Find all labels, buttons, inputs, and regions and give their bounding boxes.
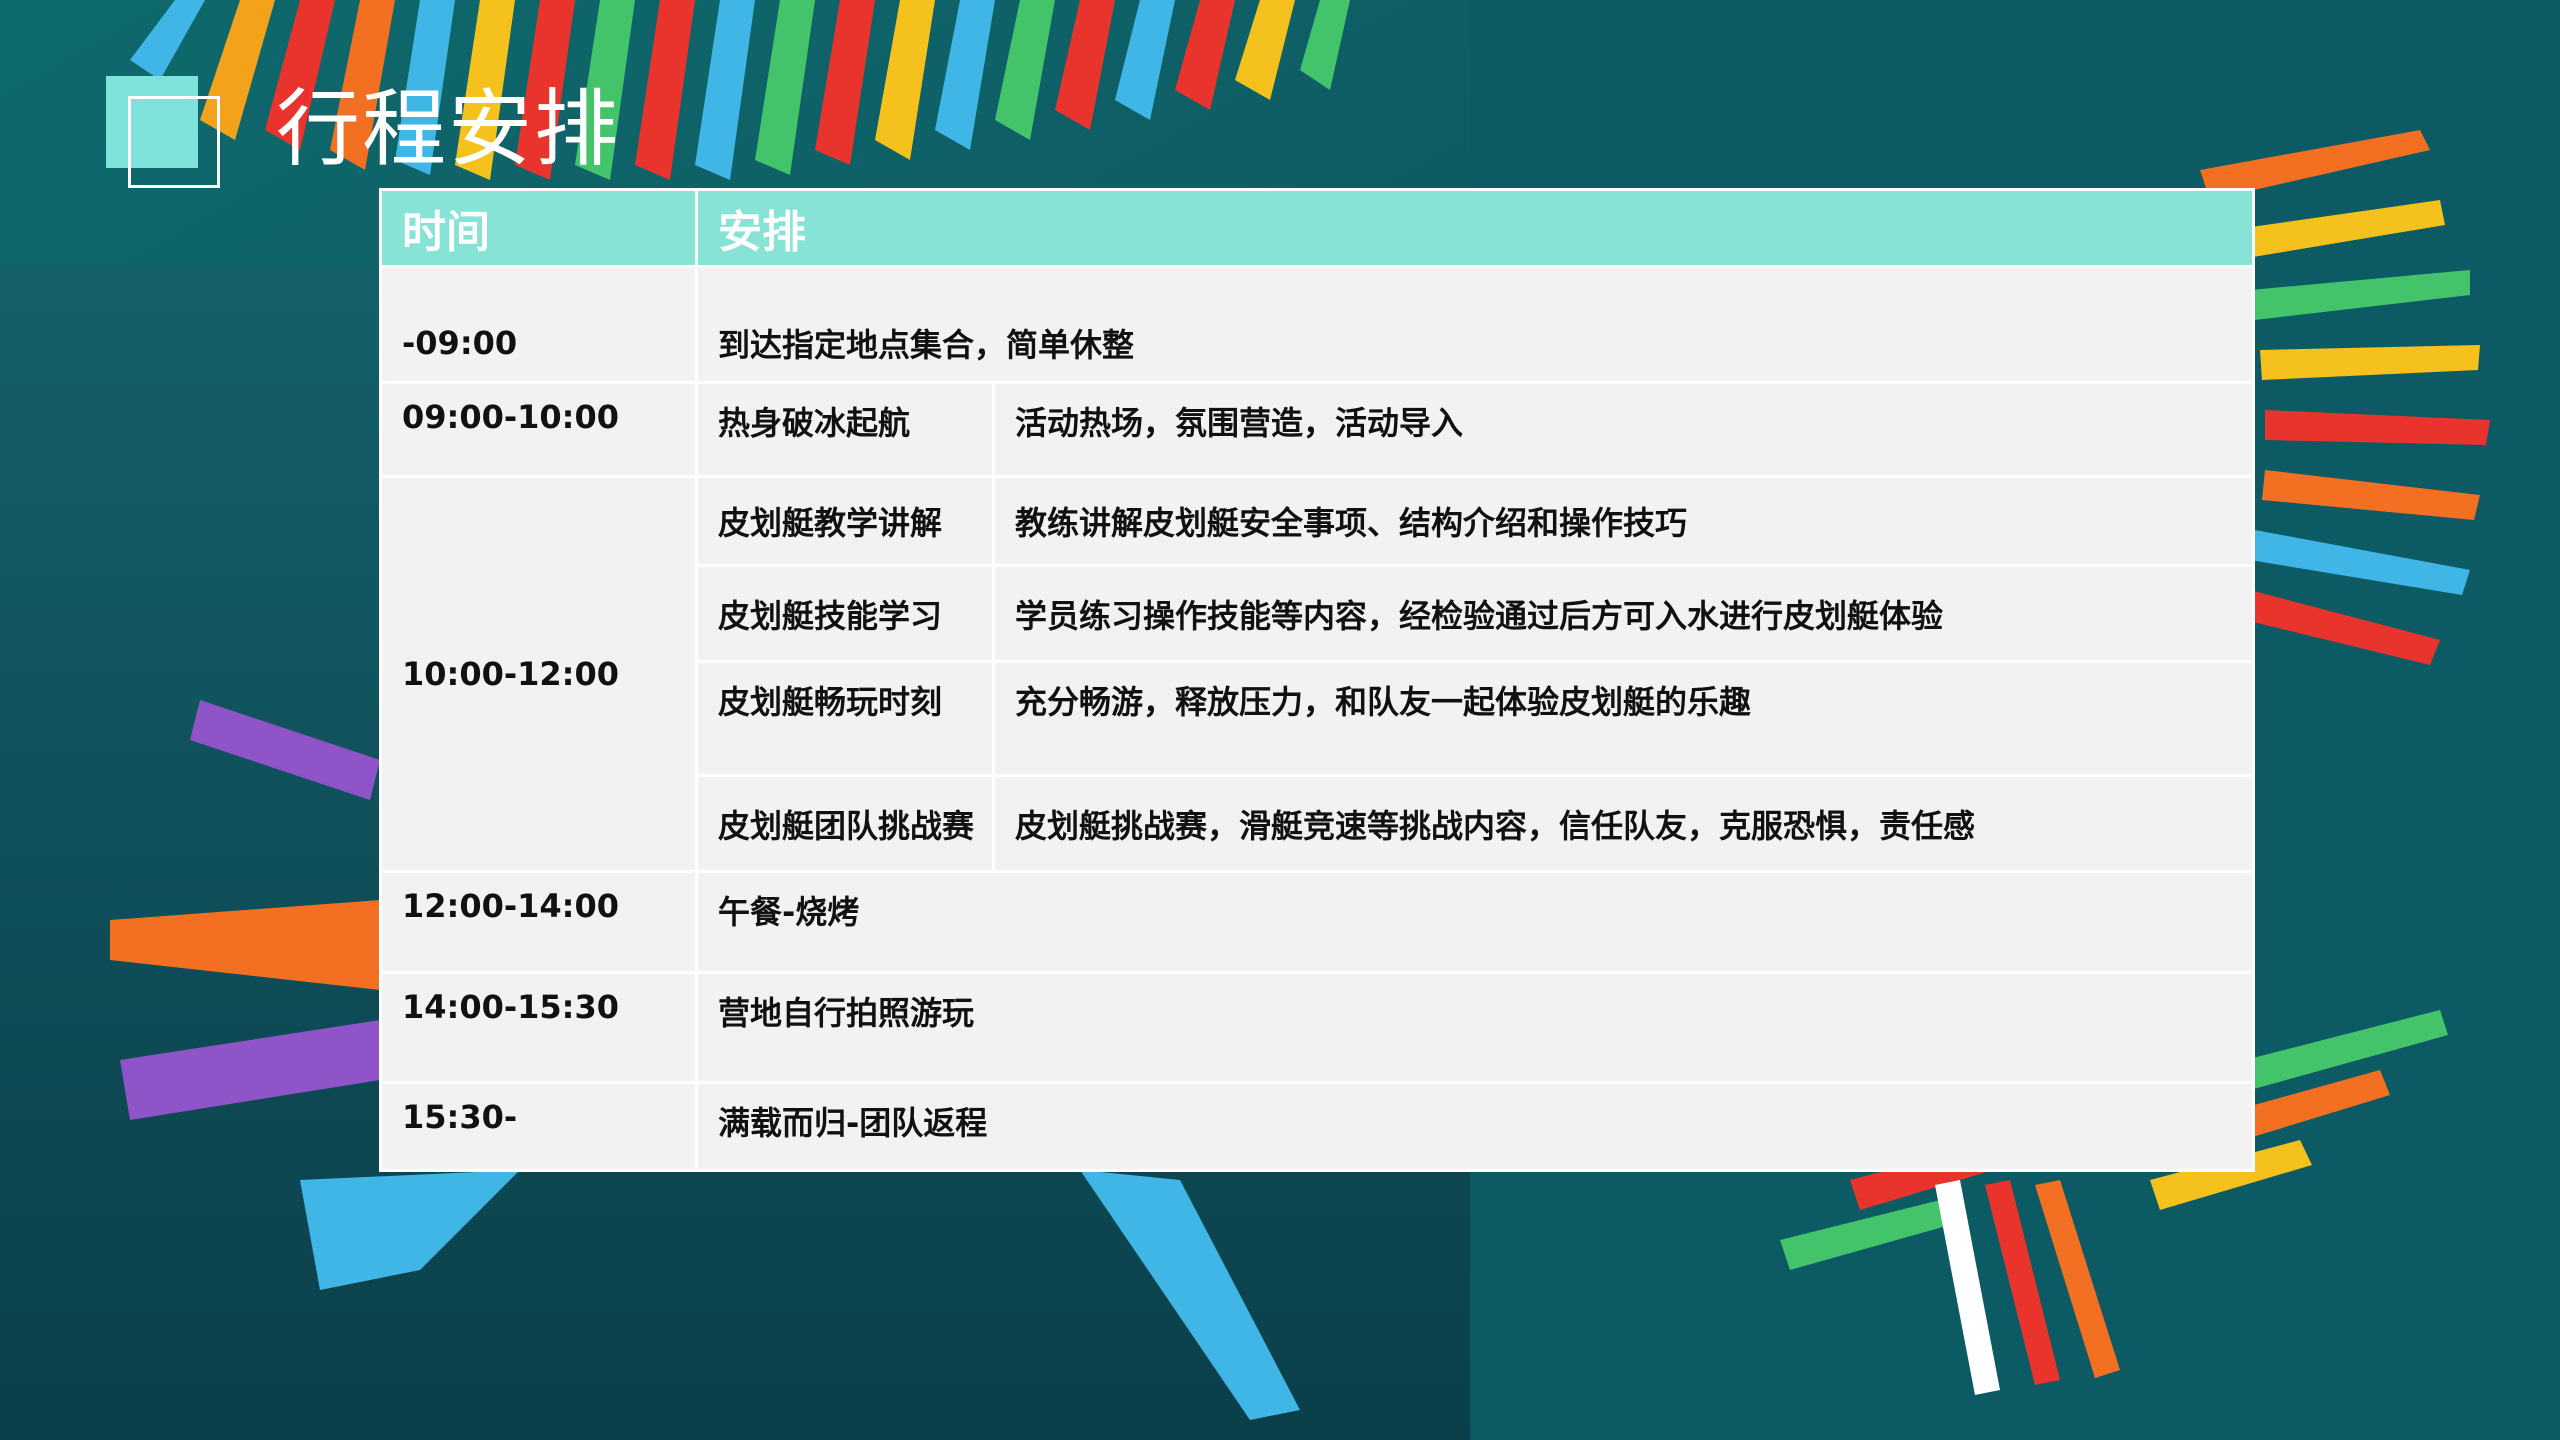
header-arrangement: 安排	[695, 188, 2255, 268]
activity-cell: 皮划艇团队挑战赛	[695, 774, 995, 873]
activity-cell: 皮划艇技能学习	[695, 564, 995, 663]
page-title: 行程安排	[276, 80, 621, 178]
activity-cell: 营地自行拍照游玩	[695, 971, 2255, 1084]
time-cell: 12:00-14:00	[379, 870, 698, 974]
activity-cell: 皮划艇畅玩时刻	[695, 660, 995, 777]
table-row: 14:00-15:30 营地自行拍照游玩	[379, 971, 2255, 1084]
activity-cell: 满载而归-团队返程	[695, 1081, 2255, 1172]
table-row: 09:00-10:00 热身破冰起航 活动热场，氛围营造，活动导入	[379, 381, 2255, 478]
table-row: 12:00-14:00 午餐-烧烤	[379, 870, 2255, 974]
table-row: 10:00-12:00 皮划艇教学讲解 教练讲解皮划艇安全事项、结构介绍和操作技…	[379, 475, 2255, 873]
header-time: 时间	[379, 188, 698, 268]
time-cell: 15:30-	[379, 1081, 698, 1172]
table-row: -09:00 到达指定地点集合，简单休整	[379, 265, 2255, 384]
time-cell: 10:00-12:00	[379, 475, 698, 873]
table-row: 15:30- 满载而归-团队返程	[379, 1081, 2255, 1172]
detail-cell: 充分畅游，释放压力，和队友一起体验皮划艇的乐趣	[992, 660, 2255, 777]
detail-cell: 活动热场，氛围营造，活动导入	[992, 381, 2255, 478]
detail-cell: 学员练习操作技能等内容，经检验通过后方可入水进行皮划艇体验	[992, 564, 2255, 663]
activity-cell: 午餐-烧烤	[695, 870, 2255, 974]
activity-cell: 到达指定地点集合，简单休整	[695, 265, 2255, 384]
table-header-row: 时间 安排	[379, 188, 2255, 268]
activity-cell: 皮划艇教学讲解	[695, 475, 995, 567]
detail-cell: 教练讲解皮划艇安全事项、结构介绍和操作技巧	[992, 475, 2255, 567]
time-cell: 14:00-15:30	[379, 971, 698, 1084]
schedule-table: 时间 安排 -09:00 到达指定地点集合，简单休整 09:00-10:00 热…	[379, 188, 2255, 1172]
time-cell: 09:00-10:00	[379, 381, 698, 478]
time-cell: -09:00	[379, 265, 698, 384]
title-accent-outline	[128, 96, 220, 188]
detail-cell: 皮划艇挑战赛，滑艇竞速等挑战内容，信任队友，克服恐惧，责任感	[992, 774, 2255, 873]
activity-cell: 热身破冰起航	[695, 381, 995, 478]
